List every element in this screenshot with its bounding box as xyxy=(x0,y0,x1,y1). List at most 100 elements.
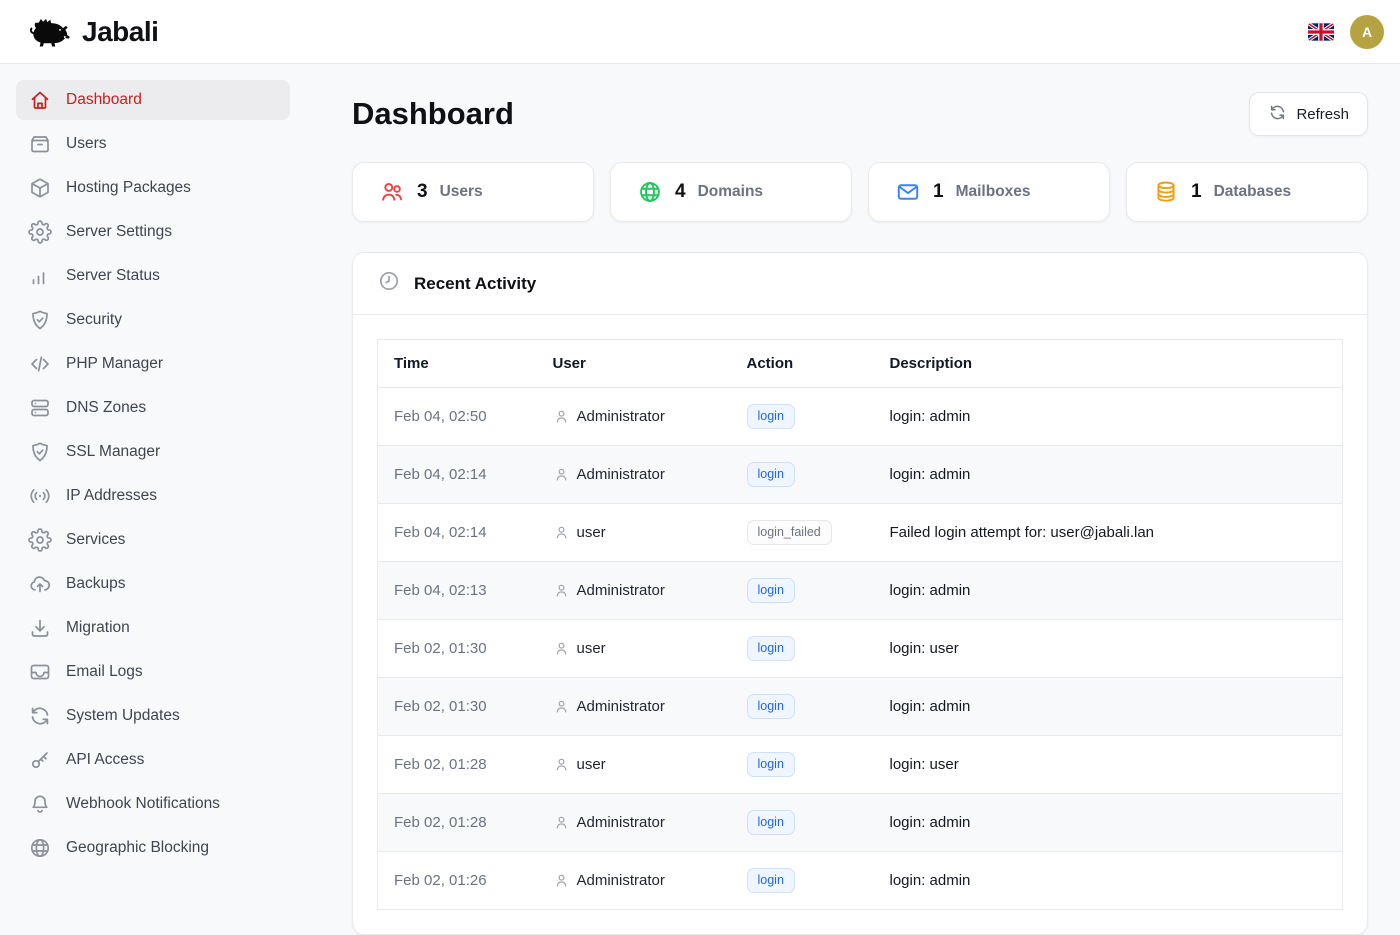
home-icon xyxy=(28,88,52,112)
cloud-upload-icon xyxy=(28,572,52,596)
cell-time: Feb 04, 02:50 xyxy=(378,388,537,446)
uk-flag-icon[interactable] xyxy=(1308,23,1334,41)
person-icon xyxy=(553,524,570,541)
user-name: user xyxy=(577,637,606,661)
cell-time: Feb 02, 01:28 xyxy=(378,736,537,794)
sidebar-item-label: DNS Zones xyxy=(66,399,146,417)
activity-table: TimeUserActionDescription Feb 04, 02:50A… xyxy=(377,339,1343,910)
cell-user: Administrator xyxy=(537,678,731,736)
key-icon xyxy=(28,748,52,772)
sidebar-item-label: Dashboard xyxy=(66,91,142,109)
database-icon-wrap xyxy=(1153,179,1179,205)
sidebar-item-dashboard[interactable]: Dashboard xyxy=(16,80,290,120)
sidebar-item-label: Users xyxy=(66,135,106,153)
sidebar-item-webhook-notifications[interactable]: Webhook Notifications xyxy=(16,784,290,824)
layout: Dashboard Users Hosting PackagesServer Set… xyxy=(0,64,1400,900)
refresh-button[interactable]: Refresh xyxy=(1249,92,1368,136)
action-badge: login xyxy=(747,694,795,719)
cell-time: Feb 02, 01:26 xyxy=(378,852,537,910)
person-icon xyxy=(553,872,570,889)
sidebar-item-ip-addresses[interactable]: IP Addresses xyxy=(16,476,290,516)
user-name: Administrator xyxy=(577,695,665,719)
stat-label: Domains xyxy=(698,183,763,201)
sidebar-item-label: API Access xyxy=(66,751,144,769)
shield-check-icon xyxy=(28,308,52,332)
sync-icon xyxy=(28,704,52,728)
table-row: Feb 04, 02:13Administratorloginlogin: ad… xyxy=(378,562,1343,620)
inbox-icon xyxy=(28,660,52,684)
shield-check-icon xyxy=(28,440,52,464)
users-group-icon xyxy=(379,179,405,205)
sidebar-item-dns-zones[interactable]: DNS Zones xyxy=(16,388,290,428)
sidebar-item-email-logs[interactable]: Email Logs xyxy=(16,652,290,692)
cell-action: login xyxy=(731,446,874,504)
person-icon xyxy=(553,466,570,483)
avatar[interactable]: A xyxy=(1350,15,1384,49)
stat-card-databases[interactable]: 1Databases xyxy=(1126,162,1368,222)
cell-description: login: admin xyxy=(874,794,1343,852)
sidebar-item-security[interactable]: Security xyxy=(16,300,290,340)
recent-activity-header: Recent Activity xyxy=(353,253,1367,315)
stat-card-users[interactable]: 3Users xyxy=(352,162,594,222)
sidebar-item-hosting-packages[interactable]: Hosting Packages xyxy=(16,168,290,208)
sidebar-item-label: Server Status xyxy=(66,267,160,285)
cell-description: login: admin xyxy=(874,678,1343,736)
sidebar-item-label: Services xyxy=(66,531,125,549)
sidebar-item-backups[interactable]: Backups xyxy=(16,564,290,604)
action-badge: login xyxy=(747,752,795,777)
sidebar-nav: Dashboard Users Hosting PackagesServer Set… xyxy=(0,64,352,900)
sidebar-item-system-updates[interactable]: System Updates xyxy=(16,696,290,736)
user-name: Administrator xyxy=(577,869,665,893)
sidebar-item-server-status[interactable]: Server Status xyxy=(16,256,290,296)
person-icon xyxy=(553,640,570,657)
column-header-user: User xyxy=(537,340,731,388)
sidebar-item-migration[interactable]: Migration xyxy=(16,608,290,648)
sidebar-item-services[interactable]: Services xyxy=(16,520,290,560)
globe-icon xyxy=(28,836,52,860)
sidebar-item-geographic-blocking[interactable]: Geographic Blocking xyxy=(16,828,290,868)
user-name: Administrator xyxy=(577,405,665,429)
cell-description: login: admin xyxy=(874,852,1343,910)
cell-user: Administrator xyxy=(537,446,731,504)
brand-name: Jabali xyxy=(82,16,158,48)
table-row: Feb 04, 02:14Administratorloginlogin: ad… xyxy=(378,446,1343,504)
sidebar-item-php-manager[interactable]: PHP Manager xyxy=(16,344,290,384)
column-header-time: Time xyxy=(378,340,537,388)
broadcast-icon xyxy=(28,484,52,508)
brand[interactable]: Jabali xyxy=(26,15,158,49)
stat-value: 1 xyxy=(933,181,944,203)
sidebar-item-label: Email Logs xyxy=(66,663,143,681)
stats-row: 3Users 4Domains 1 Mailboxes 1Databases xyxy=(352,162,1368,222)
stat-card-mailboxes[interactable]: 1 Mailboxes xyxy=(868,162,1110,222)
sidebar-item-api-access[interactable]: API Access xyxy=(16,740,290,780)
sidebar-item-label: Geographic Blocking xyxy=(66,839,209,857)
sidebar-item-label: IP Addresses xyxy=(66,487,157,505)
sidebar-item-ssl-manager[interactable]: SSL Manager xyxy=(16,432,290,472)
cell-time: Feb 02, 01:30 xyxy=(378,620,537,678)
sidebar-item-label: Security xyxy=(66,311,122,329)
sidebar-item-server-settings[interactable]: Server Settings xyxy=(16,212,290,252)
stat-card-domains[interactable]: 4Domains xyxy=(610,162,852,222)
person-icon xyxy=(553,582,570,599)
cell-time: Feb 02, 01:30 xyxy=(378,678,537,736)
cell-description: Failed login attempt for: user@jabali.la… xyxy=(874,504,1343,562)
cell-action: login xyxy=(731,736,874,794)
action-badge: login xyxy=(747,462,795,487)
recent-activity-title: Recent Activity xyxy=(414,274,536,294)
package-icon xyxy=(28,176,52,200)
sidebar-item-users[interactable]: Users xyxy=(16,124,290,164)
stat-label: Databases xyxy=(1214,183,1292,201)
cell-user: user xyxy=(537,620,731,678)
table-row: Feb 02, 01:30 Administrator login login: ad… xyxy=(378,678,1343,736)
action-badge: login xyxy=(747,404,795,429)
cell-description: login: admin xyxy=(874,446,1343,504)
stat-label: Mailboxes xyxy=(956,183,1031,201)
users-group-icon-wrap xyxy=(379,179,405,205)
cell-action: login xyxy=(731,562,874,620)
mail-icon-wrap xyxy=(895,179,921,205)
cell-action: login xyxy=(731,678,874,736)
table-row: Feb 02, 01:28Administratorloginlogin: ad… xyxy=(378,794,1343,852)
sidebar-item-label: SSL Manager xyxy=(66,443,160,461)
user-name: user xyxy=(577,521,606,545)
cell-user: Administrator xyxy=(537,388,731,446)
